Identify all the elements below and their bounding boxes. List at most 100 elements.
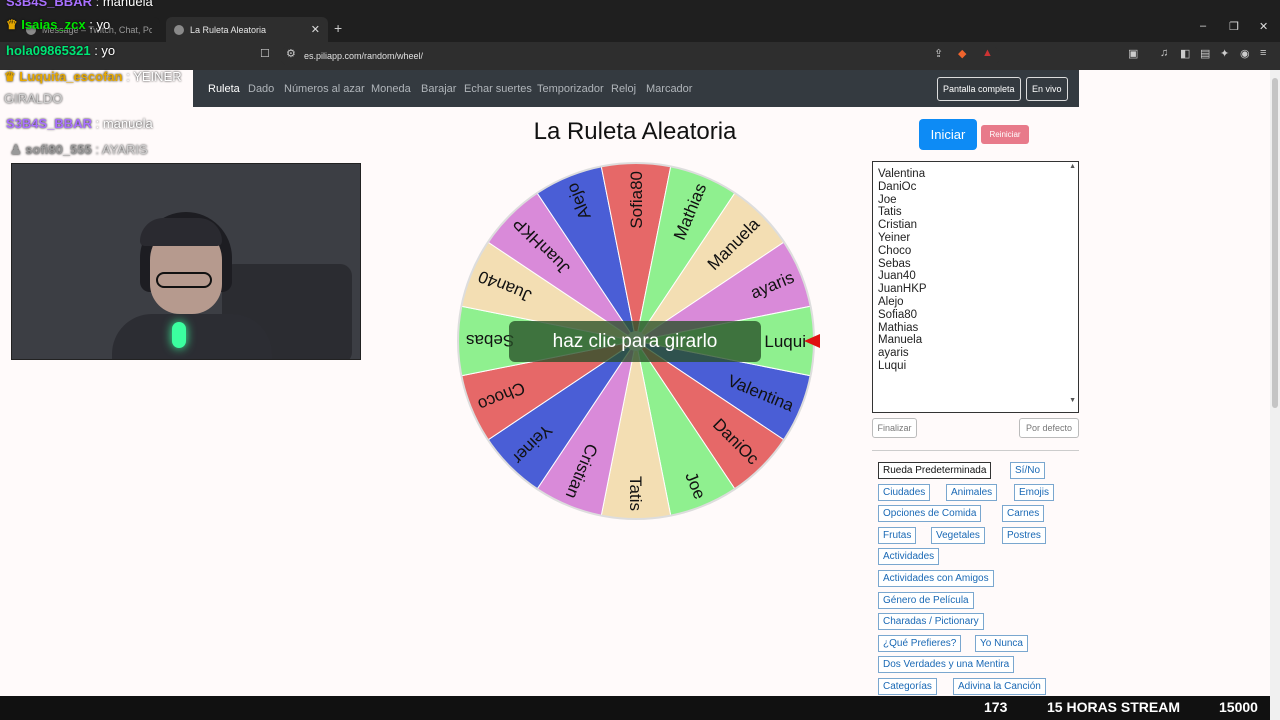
preset-button[interactable]: Yo Nunca — [975, 634, 1028, 652]
name-entry[interactable]: JuanHKP — [878, 283, 1073, 296]
preset-button[interactable]: Género de Película — [878, 591, 974, 609]
maximize-icon[interactable]: ❐ — [1229, 20, 1239, 33]
reader-icon[interactable]: ◧ — [1180, 47, 1190, 60]
webcam-feed — [11, 163, 361, 360]
vpn-icon[interactable]: ◉ — [1240, 47, 1250, 60]
chat-line-continuation: GIRALDO — [4, 91, 63, 106]
chat-user: Luquita_escofan — [19, 69, 123, 84]
share-icon[interactable]: ⇪ — [934, 47, 943, 60]
live-button[interactable]: En vivo — [1026, 77, 1068, 101]
brave-shield-icon[interactable]: ◆ — [958, 47, 966, 60]
preset-button[interactable]: Dos Verdades y una Mentira — [878, 656, 1015, 674]
chat-user: sofi80_555 — [25, 142, 92, 157]
close-window-icon[interactable]: ✕ — [1259, 20, 1268, 33]
name-entry[interactable]: Tatis — [878, 206, 1073, 219]
rewards-icon[interactable]: ▲ — [982, 47, 993, 59]
chat-message: GIRALDO — [4, 91, 63, 106]
finish-button[interactable]: Finalizar — [872, 418, 917, 438]
spin-prompt[interactable]: haz clic para girarlo — [509, 321, 761, 362]
chat-user: Isaias_zcx — [21, 17, 86, 32]
name-entry[interactable]: Choco — [878, 245, 1073, 258]
site-info-icon[interactable]: ⚙ — [286, 47, 296, 60]
extensions-icon[interactable]: ✦ — [1220, 47, 1229, 60]
webcam-microphone — [172, 322, 186, 348]
chat-user: hola09865321 — [6, 43, 91, 58]
name-entry[interactable]: Yeiner — [878, 232, 1073, 245]
new-tab-icon[interactable]: + — [334, 20, 342, 36]
name-entry[interactable]: Sofia80 — [878, 309, 1073, 322]
preset-button[interactable]: Frutas — [878, 526, 917, 544]
name-entry[interactable]: Valentina — [878, 168, 1073, 181]
nav-ruleta[interactable]: Ruleta — [208, 83, 240, 95]
minimize-icon[interactable]: – — [1200, 20, 1206, 32]
names-textarea[interactable]: ▲ ▼ Valentina DaniOc Joe Tatis Cristian Yeine… — [872, 161, 1079, 413]
nav-dado[interactable]: Dado — [248, 83, 274, 95]
preset-button[interactable]: Ciudades — [878, 483, 931, 501]
chat-line: S3B4S_BBAR : manuela — [6, 116, 153, 131]
menu-icon[interactable]: ≡ — [1260, 47, 1266, 59]
preset-button[interactable]: Carnes — [1002, 505, 1045, 523]
nav-temporizador[interactable]: Temporizador — [537, 83, 604, 95]
preset-button[interactable]: Animales — [946, 483, 998, 501]
address-bar[interactable]: es.piliapp.com/random/wheel/ — [280, 46, 1000, 66]
fullscreen-button[interactable]: Pantalla completa — [937, 77, 1021, 101]
chat-message: : manuela — [95, 116, 153, 131]
preset-button[interactable]: Vegetales — [931, 526, 985, 544]
wheel-label: Tatis — [626, 476, 645, 511]
name-entry[interactable]: Juan40 — [878, 270, 1073, 283]
chat-message: : yo — [89, 17, 111, 32]
chat-line: hola09865321 : yo — [6, 43, 115, 58]
nav-echar-suertes[interactable]: Echar suertes — [464, 83, 532, 95]
page-scrollbar[interactable] — [1270, 70, 1280, 720]
page-title: La Ruleta Aleatoria — [533, 118, 737, 145]
webcam-body — [112, 314, 272, 359]
preset-button[interactable]: Opciones de Comida — [878, 505, 982, 523]
media-icon[interactable]: ♫ — [1160, 47, 1168, 59]
preset-button[interactable]: Categorías — [878, 678, 937, 695]
wheel-label: Sebas — [466, 331, 514, 350]
preset-button[interactable]: Sí/No — [1010, 462, 1046, 479]
preset-button[interactable]: Emojis — [1014, 483, 1055, 501]
reset-button[interactable]: Reiniciar — [981, 125, 1029, 144]
preset-button[interactable]: Rueda Predeterminada — [878, 462, 992, 479]
webcam-cap — [140, 218, 222, 246]
scrollbar-thumb[interactable] — [1272, 78, 1278, 408]
site-navbar: Ruleta Dado Números al azar Moneda Baraj… — [193, 70, 1079, 107]
name-entry[interactable]: Sebas — [878, 258, 1073, 271]
preset-button[interactable]: Charadas / Pictionary — [878, 613, 984, 631]
chat-badge-icon: ♟ — [10, 142, 22, 157]
nav-moneda[interactable]: Moneda — [371, 83, 411, 95]
chat-message: : manuela — [95, 0, 153, 9]
nav-marcador[interactable]: Marcador — [646, 83, 692, 95]
preset-button[interactable]: Actividades — [878, 548, 940, 566]
nav-reloj[interactable]: Reloj — [611, 83, 636, 95]
sidebar-toggle-icon[interactable]: ▣ — [1128, 47, 1138, 60]
start-button[interactable]: Iniciar — [919, 119, 977, 150]
name-entry[interactable]: Alejo — [878, 296, 1073, 309]
chat-message: : yo — [94, 43, 116, 58]
default-button[interactable]: Por defecto — [1019, 418, 1079, 438]
tab-close-icon[interactable]: ✕ — [311, 23, 320, 36]
bookmark-icon[interactable]: ☐ — [260, 47, 270, 60]
name-entry[interactable]: Manuela — [878, 334, 1073, 347]
tab-ruleta[interactable]: La Ruleta Aleatoria ✕ — [166, 17, 328, 42]
preset-button[interactable]: Adivina la Canción — [953, 678, 1046, 695]
name-entry[interactable]: Joe — [878, 194, 1073, 207]
name-entry[interactable]: Cristian — [878, 219, 1073, 232]
nav-numeros[interactable]: Números al azar — [284, 83, 365, 95]
name-entry[interactable]: DaniOc — [878, 181, 1073, 194]
viewer-count: 173 — [984, 699, 1008, 715]
nav-barajar[interactable]: Barajar — [421, 83, 456, 95]
name-entry[interactable]: ayaris — [878, 347, 1073, 360]
wheel-label: Luqui — [764, 332, 806, 351]
chat-message: : AYARIS — [95, 142, 148, 157]
scroll-down-icon[interactable]: ▼ — [1069, 397, 1076, 404]
wallet-icon[interactable]: ▤ — [1200, 47, 1210, 60]
preset-button[interactable]: Actividades con Amigos — [878, 570, 994, 587]
preset-button[interactable]: Postres — [1002, 526, 1046, 544]
scroll-up-icon[interactable]: ▲ — [1069, 163, 1076, 170]
chat-message: : YEINER — [126, 69, 182, 84]
name-entry[interactable]: Mathias — [878, 322, 1073, 335]
preset-button[interactable]: ¿Qué Prefieres? — [878, 634, 962, 652]
name-entry[interactable]: Luqui — [878, 360, 1073, 373]
